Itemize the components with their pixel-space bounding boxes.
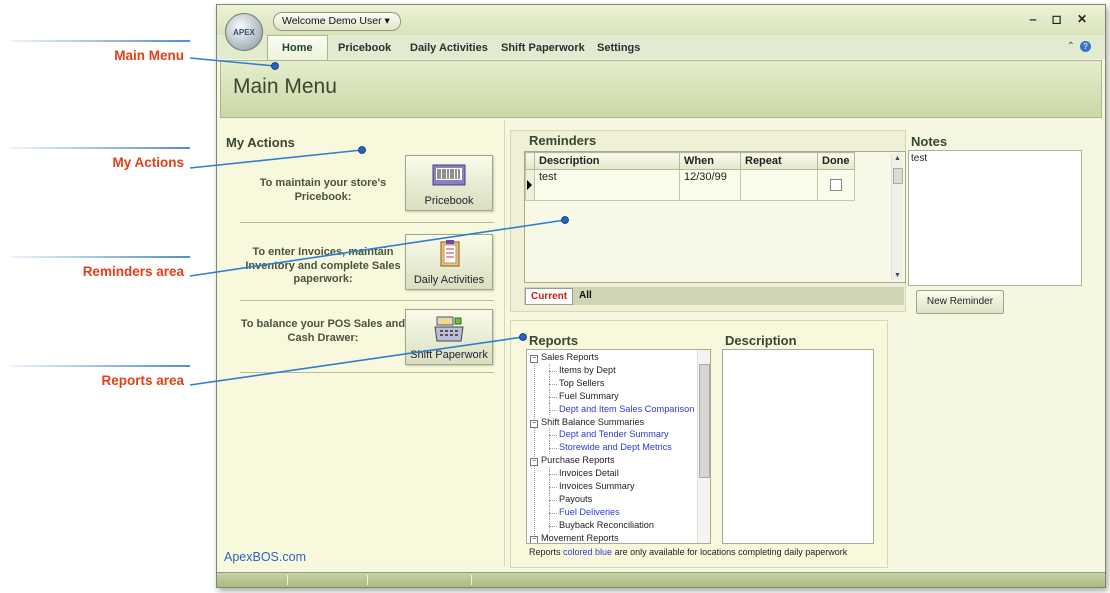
shift-paperwork-button-label: Shift Paperwork <box>410 349 488 361</box>
user-menu[interactable]: Welcome Demo User ▾ <box>273 12 401 31</box>
row-selector[interactable] <box>525 169 535 201</box>
tree-item[interactable]: Invoices Summary <box>559 481 635 491</box>
callout-reports-area: Reports area <box>10 365 200 395</box>
tree-group[interactable]: Shift Balance Summaries <box>541 417 644 427</box>
tree-expander-icon[interactable]: − <box>530 355 538 363</box>
my-actions-pane: My Actions To maintain your store's Pric… <box>220 120 505 566</box>
reminders-grid: Description When Repeat Done test 12/30/… <box>524 151 906 283</box>
barcode-scanner-icon <box>432 164 466 186</box>
reminder-description[interactable]: test <box>534 169 680 201</box>
tab-current[interactable]: Current <box>525 288 574 305</box>
done-checkbox[interactable] <box>830 179 842 191</box>
scroll-thumb[interactable] <box>699 364 710 478</box>
reports-note: Reports colored blue are only available … <box>529 547 848 557</box>
collapse-ribbon-icon[interactable]: ⌃ <box>1067 41 1075 52</box>
tree-expander-icon[interactable]: − <box>530 535 538 543</box>
divider <box>240 222 494 223</box>
help-area: ⌃? <box>1067 41 1091 52</box>
cash-register-icon <box>434 316 464 342</box>
reminders-table: Description When Repeat Done test 12/30/… <box>525 152 855 201</box>
action-text-pricebook: To maintain your store's Pricebook: <box>259 177 387 203</box>
notes-textarea[interactable]: test <box>908 150 1082 286</box>
column-header-repeat[interactable]: Repeat <box>740 152 818 170</box>
tab-pricebook[interactable]: Pricebook <box>338 37 391 57</box>
tree-item[interactable]: Dept and Item Sales Comparison <box>559 404 694 414</box>
notes-title: Notes <box>911 134 948 149</box>
daily-activities-button-label: Daily Activities <box>413 274 485 286</box>
callout-reminders-area: Reminders area <box>10 256 200 286</box>
action-text-daily-activities: To enter Invoices, maintain Inventory an… <box>245 246 401 285</box>
tree-item[interactable]: Dept and Tender Summary <box>559 429 669 439</box>
notes-text: test <box>911 153 928 164</box>
callout-label: Reminders area <box>82 264 184 279</box>
notes-pane: Notes test New Reminder <box>907 130 1095 320</box>
window-controls[interactable]: ‒ ◻ ✕ <box>1030 12 1093 26</box>
tab-daily-activities[interactable]: Daily Activities <box>410 37 488 57</box>
column-header-description[interactable]: Description <box>534 152 680 170</box>
apexbos-link[interactable]: ApexBOS.com <box>224 550 306 564</box>
divider <box>240 300 494 301</box>
divider <box>240 372 494 373</box>
tree-item[interactable]: Payouts <box>559 494 592 504</box>
column-header-when[interactable]: When <box>679 152 741 170</box>
status-bar <box>217 572 1105 587</box>
callout-label: My Actions <box>112 155 184 170</box>
tree-item[interactable]: Fuel Deliveries <box>559 507 620 517</box>
title-bar: Welcome Demo User ▾ ‒ ◻ ✕ <box>217 5 1105 35</box>
ribbon-tabs: Home Pricebook Daily Activities Shift Pa… <box>217 35 1105 60</box>
tab-settings[interactable]: Settings <box>597 37 640 57</box>
tree-group[interactable]: Purchase Reports <box>541 455 615 465</box>
reminder-repeat[interactable] <box>740 169 818 201</box>
description-title: Description <box>725 333 797 348</box>
app-logo[interactable]: APEX <box>225 13 263 51</box>
tree-item[interactable]: Fuel Summary <box>559 391 619 401</box>
reminders-scrollbar[interactable]: ▲ ▼ <box>891 154 903 280</box>
callout-main-menu: Main Menu <box>10 40 200 70</box>
tree-item[interactable]: Invoices Detail <box>559 468 619 478</box>
report-description-box <box>722 349 874 544</box>
scroll-down-icon[interactable]: ▼ <box>894 272 901 279</box>
table-row[interactable]: test 12/30/99 <box>525 169 855 201</box>
callout-label: Main Menu <box>114 48 184 63</box>
clipboard-icon <box>440 240 460 267</box>
tab-home[interactable]: Home <box>267 35 328 60</box>
tree-item[interactable]: Storewide and Dept Metrics <box>559 442 672 452</box>
tree-expander-icon[interactable]: − <box>530 458 538 467</box>
page-header: Main Menu <box>220 60 1102 118</box>
app-window: Welcome Demo User ▾ ‒ ◻ ✕ APEX Home Pric… <box>216 4 1106 588</box>
tree-item[interactable]: Items by Dept <box>559 365 616 375</box>
reminder-filter-tabs: Current All <box>524 287 904 305</box>
reports-title: Reports <box>529 333 579 348</box>
reminders-title: Reminders <box>529 133 597 148</box>
reminder-done-cell <box>817 169 855 201</box>
tree-group[interactable]: Sales Reports <box>541 352 599 362</box>
scroll-thumb[interactable] <box>893 168 903 184</box>
pricebook-button-label: Pricebook <box>424 195 474 207</box>
shift-paperwork-button[interactable]: Shift Paperwork <box>405 309 493 365</box>
reports-tree: − Sales Reports Items by Dept Top Sellers Fu… <box>526 349 711 544</box>
tree-expander-icon[interactable]: − <box>530 419 538 428</box>
column-header-done[interactable]: Done <box>817 152 855 170</box>
tree-group[interactable]: Movement Reports <box>541 533 619 543</box>
reminders-pane: Reminders Description When Repeat Done t… <box>510 130 906 312</box>
reports-scrollbar[interactable] <box>697 350 710 543</box>
tree-item[interactable]: Top Sellers <box>559 378 604 388</box>
reminder-when[interactable]: 12/30/99 <box>679 169 741 201</box>
pricebook-button[interactable]: Pricebook <box>405 155 493 211</box>
page-title: Main Menu <box>233 75 337 98</box>
callout-label: Reports area <box>101 373 184 388</box>
scroll-up-icon[interactable]: ▲ <box>894 155 901 162</box>
tab-all[interactable]: All <box>574 288 597 303</box>
help-icon[interactable]: ? <box>1080 41 1091 52</box>
tree-item[interactable]: Buyback Reconciliation <box>559 520 654 530</box>
reports-pane: Reports Description − Sales Reports Items … <box>510 320 888 568</box>
action-text-shift-paperwork: To balance your POS Sales and Cash Drawe… <box>240 318 406 344</box>
tab-shift-paperwork[interactable]: Shift Paperwork <box>501 37 585 57</box>
new-reminder-button[interactable]: New Reminder <box>916 290 1004 314</box>
row-pointer-icon <box>527 180 532 190</box>
callout-my-actions: My Actions <box>10 147 200 177</box>
daily-activities-button[interactable]: Daily Activities <box>405 234 493 290</box>
my-actions-title: My Actions <box>226 135 295 150</box>
